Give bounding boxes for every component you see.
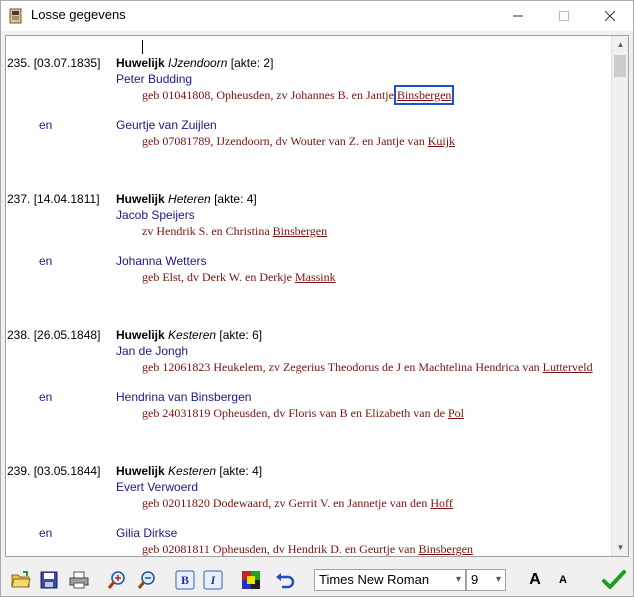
person-name[interactable]: Gilia Dirkse — [116, 526, 177, 540]
person-name[interactable]: Hendrina van Binsbergen — [116, 390, 251, 404]
font-size-value: 9 — [471, 572, 479, 587]
person-detail: geb 01041808, Opheusden, zv Johannes B. … — [142, 85, 455, 105]
color-palette-icon[interactable] — [239, 568, 263, 592]
conjunction-en: en — [39, 254, 53, 268]
zoom-out-magnifier-icon[interactable] — [135, 568, 159, 592]
bold-label: B — [180, 572, 189, 587]
record-type: Huwelijk Kesteren [akte: 6] — [116, 328, 263, 342]
bold-button[interactable]: B — [173, 568, 197, 592]
scroll-down-arrow-icon[interactable]: ▼ — [612, 539, 628, 556]
surname-link[interactable]: Lutterveld — [543, 360, 593, 374]
font-smaller-button[interactable]: A — [551, 568, 575, 592]
conjunction-en: en — [39, 118, 53, 132]
person-detail: zv Hendrik S. en Christina Binsbergen — [142, 224, 328, 238]
record-type: Huwelijk Heteren [akte: 4] — [116, 192, 257, 206]
record-number: 235. [03.07.1835] — [7, 56, 101, 70]
italic-label: I — [210, 572, 216, 587]
record-number: 239. [03.05.1844] — [7, 464, 101, 478]
record-number: 237. [14.04.1811] — [7, 192, 100, 206]
person-name[interactable]: Peter Budding — [116, 72, 192, 86]
text-caret — [142, 40, 143, 54]
person-detail: geb 24031819 Opheusden, dv Floris van B … — [142, 406, 464, 420]
close-button[interactable] — [587, 1, 633, 31]
person-detail: geb Elst, dv Derk W. en Derkje Massink — [142, 270, 336, 284]
surname-link[interactable]: Binsbergen — [419, 542, 473, 556]
surname-link[interactable]: Binsbergen — [273, 224, 327, 238]
minimize-button[interactable] — [495, 1, 541, 31]
person-detail: geb 02081811 Opheusden, dv Hendrik D. en… — [142, 542, 473, 556]
font-bigger-button[interactable]: A — [523, 568, 547, 592]
bottom-toolbar: B I Times New Roman ▾ 9 ▾ A A — [1, 563, 633, 597]
italic-button[interactable]: I — [201, 568, 225, 592]
font-name-value: Times New Roman — [319, 572, 430, 587]
ok-checkmark-icon[interactable] — [601, 568, 627, 592]
records-text-area[interactable]: 235. [03.07.1835] Huwelijk IJzendoorn [a… — [5, 35, 629, 557]
person-detail: geb 07081789, IJzendoorn, dv Wouter van … — [142, 134, 456, 148]
person-name[interactable]: Geurtje van Zuijlen — [116, 118, 217, 132]
zoom-in-magnifier-icon[interactable] — [105, 568, 129, 592]
undo-arrow-icon[interactable] — [273, 568, 297, 592]
surname-link[interactable]: Hoff — [430, 496, 452, 510]
scroll-thumb[interactable] — [614, 55, 626, 77]
conjunction-en: en — [39, 390, 53, 404]
app-book-icon — [9, 8, 23, 24]
font-size-select[interactable]: 9 ▾ — [466, 569, 506, 591]
surname-link[interactable]: Kuijk — [428, 134, 455, 148]
conjunction-en: en — [39, 526, 53, 540]
surname-link[interactable]: Massink — [295, 270, 336, 284]
person-name[interactable]: Jan de Jongh — [116, 344, 188, 358]
person-name[interactable]: Johanna Wetters — [116, 254, 207, 268]
chevron-down-icon: ▾ — [495, 574, 501, 585]
font-name-select[interactable]: Times New Roman ▾ — [314, 569, 466, 591]
scroll-up-arrow-icon[interactable]: ▲ — [612, 36, 628, 53]
person-name[interactable]: Jacob Speijers — [116, 208, 195, 222]
font-bigger-label: A — [529, 571, 541, 588]
open-folder-icon[interactable] — [9, 568, 33, 592]
title-bar: Losse gegevens — [1, 1, 633, 31]
person-name[interactable]: Evert Verwoerd — [116, 480, 198, 494]
chevron-down-icon: ▾ — [455, 574, 461, 585]
person-detail: geb 02011820 Dodewaard, zv Gerrit V. en … — [142, 496, 453, 510]
dialog-window: Losse gegevens 235. [03.07.1835] Huwelij… — [0, 0, 634, 597]
font-smaller-label: A — [559, 574, 567, 586]
vertical-scrollbar[interactable]: ▲ ▼ — [611, 36, 628, 556]
surname-link[interactable]: Binsbergen — [393, 85, 455, 105]
record-type: Huwelijk Kesteren [akte: 4] — [116, 464, 263, 478]
window-title: Losse gegevens — [31, 7, 126, 22]
print-icon[interactable] — [67, 568, 91, 592]
surname-link[interactable]: Pol — [448, 406, 464, 420]
record-number: 238. [26.05.1848] — [7, 328, 101, 342]
save-disk-icon[interactable] — [37, 568, 61, 592]
maximize-button[interactable] — [541, 1, 587, 31]
person-detail: geb 12061823 Heukelem, zv Zegerius Theod… — [142, 360, 593, 374]
record-type: Huwelijk IJzendoorn [akte: 2] — [116, 56, 274, 70]
